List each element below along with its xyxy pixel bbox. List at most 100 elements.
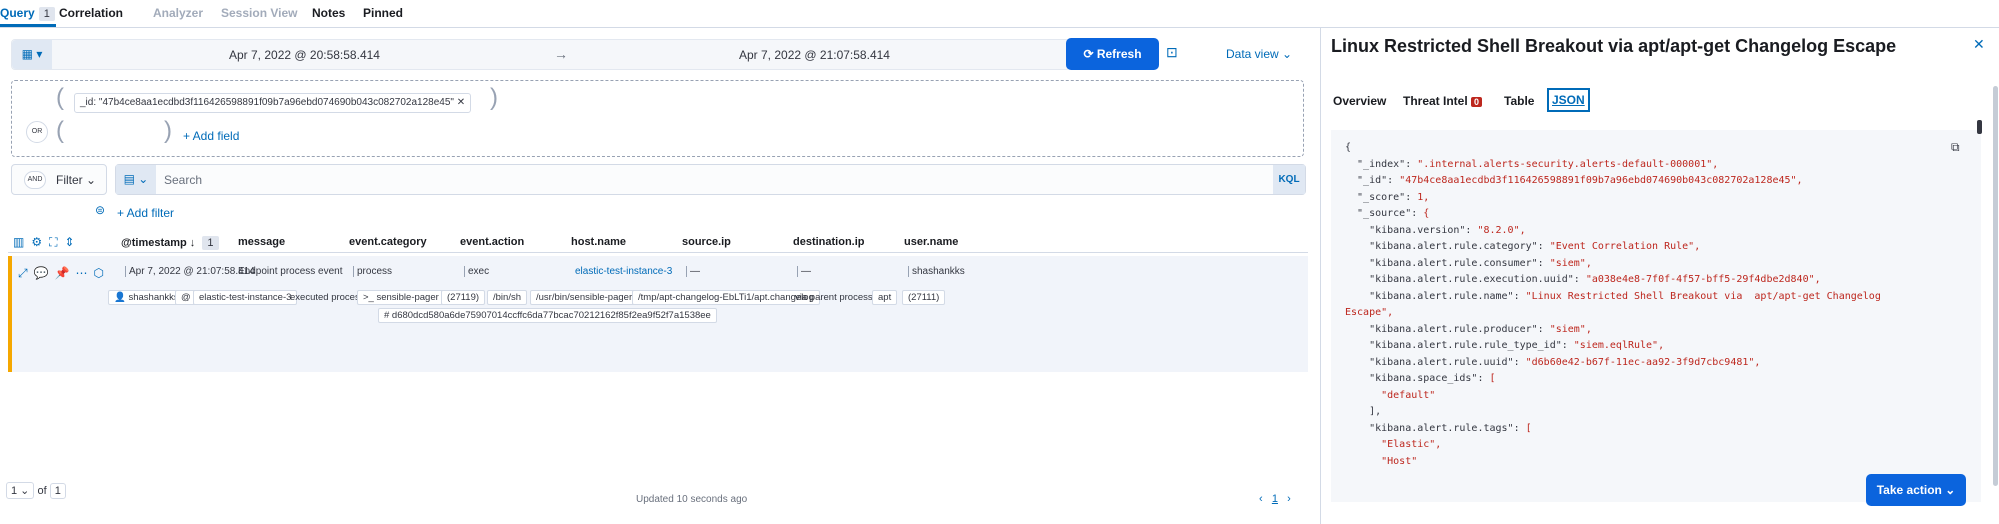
renderer-via-parent-text: via parent process [795,292,873,303]
cell-message: Endpoint process event [238,266,343,277]
prev-page-icon[interactable]: ‹ [1259,493,1263,505]
renderer-pid-chip[interactable]: (27119) [441,290,486,305]
cell-event-category: process [353,266,392,277]
refresh-icon: ⟳ [1083,47,1097,61]
end-date[interactable]: Apr 7, 2022 @ 21:07:58.414 [739,48,890,62]
cell-user-name: shashankks [908,266,965,277]
row-action-icons[interactable]: ⤢💬📌⋯⬡ [18,266,110,281]
calendar-icon[interactable]: ▦ ▾ [12,40,52,69]
add-filter-link[interactable]: + Add filter [117,206,174,220]
cell-host-name[interactable]: elastic-test-instance-3 [575,266,672,277]
json-line: "kibana.alert.rule.uuid": "d6b60e42-b67f… [1345,356,1761,368]
page-scrollbar[interactable] [1993,86,1998,486]
cell-event-action: exec [464,266,489,277]
next-page-icon[interactable]: › [1287,493,1291,505]
copy-icon[interactable]: ⧉ [1951,140,1960,155]
and-badge: AND [24,171,46,189]
arrow-right-icon: → [554,46,568,62]
events-table-header: ▥⚙⛶⇕ @timestamp ↓ 1 message event.catego… [8,231,1308,253]
take-action-button[interactable]: Take action ⌄ [1866,474,1966,506]
json-line: "kibana.alert.rule.producer": "siem", [1345,323,1592,335]
saved-query-icon[interactable]: ▤ ⌄ [116,165,156,194]
tab-session-view[interactable]: Session View [221,6,297,20]
json-line: "kibana.alert.rule.name": "Linux Restric… [1345,290,1881,302]
updated-status: Updated 10 seconds ago [636,494,748,505]
filter-row: AND Filter ⌄ ▤ ⌄ Search KQL [11,164,1306,195]
timeline-tabs: Query 1 Correlation Analyzer Session View… [0,0,1999,28]
tab-pinned[interactable]: Pinned [363,6,403,20]
renderer-changelog-chip[interactable]: /tmp/apt-changelog-EbLTi1/apt.changelog [632,290,820,305]
refresh-button[interactable]: ⟳ Refresh [1066,38,1159,70]
open-paren: ( [56,117,64,144]
kql-toggle[interactable]: KQL [1273,165,1305,194]
json-viewer: { "_index": ".internal.alerts-security.a… [1331,130,1981,502]
renderer-user-chip[interactable]: 👤 shashankks [108,290,185,305]
cell-source-ip: — [686,266,700,277]
json-scrollbar[interactable] [1977,120,1982,134]
column-source-ip[interactable]: source.ip [682,236,731,248]
filter-options-icon[interactable]: ⊜ [95,203,105,217]
table-row: ⤢💬📌⋯⬡ Apr 7, 2022 @ 21:07:58.414 Endpoin… [8,256,1308,372]
json-line: { [1345,142,1352,153]
add-field-link[interactable]: + Add field [183,129,239,143]
json-line: "kibana.alert.rule.category": "Event Cor… [1345,241,1701,252]
json-line: "kibana.alert.rule.consumer": "siem", [1345,257,1592,269]
rows-per-page: 1 ⌄ of 1 [6,482,66,499]
json-line: "_score": 1, [1345,191,1430,203]
date-picker: ▦ ▾ Apr 7, 2022 @ 20:58:58.414 → Apr 7, … [11,39,1070,70]
tab-threat-intel[interactable]: Threat Intel 0 [1403,94,1483,108]
renderer-host-chip[interactable]: elastic-test-instance-3 [193,290,298,305]
renderer-ppid-chip[interactable]: (27111) [902,290,946,305]
renderer-args-chip[interactable]: /bin/sh [487,290,527,305]
tab-analyzer[interactable]: Analyzer [153,6,203,20]
renderer-process-chip[interactable]: >_ sensible-pager [357,290,445,305]
or-badge: OR [26,121,48,143]
json-line: ], [1345,406,1382,417]
alert-details-flyout: Linux Restricted Shell Breakout via apt/… [1320,28,1999,524]
filter-type-select[interactable]: AND Filter ⌄ [11,164,107,195]
column-event-action[interactable]: event.action [460,236,524,248]
pagination: ‹ 1 › [1259,493,1291,505]
column-message[interactable]: message [238,236,285,248]
query-count-badge: 1 [38,7,55,21]
threat-intel-count: 0 [1471,97,1483,107]
total-pages: 1 [49,483,66,499]
json-line: "kibana.alert.rule.tags": [ [1345,422,1532,434]
json-line: "_id": "47b4ce8aa1ecdbd3f116426598891f09… [1345,175,1803,186]
column-destination-ip[interactable]: destination.ip [793,236,865,248]
cell-destination-ip: — [797,266,811,277]
json-line: "Host" [1345,455,1418,467]
renderer-exe-chip[interactable]: /usr/bin/sensible-pager [530,290,639,305]
renderer-executed-text: executed process [290,292,365,303]
search-input[interactable]: Search [164,173,202,187]
tab-correlation[interactable]: Correlation [59,6,123,20]
page-link[interactable]: 1 [1272,493,1278,505]
json-line: "default" [1345,389,1436,401]
json-line: "kibana.alert.rule.rule_type_id": "siem.… [1345,340,1665,351]
column-user-name[interactable]: user.name [904,236,958,248]
tab-notes[interactable]: Notes [312,6,345,20]
tab-query[interactable]: Query 1 [0,6,55,21]
tab-table[interactable]: Table [1504,94,1534,108]
timeline-query-pane: ▦ ▾ Apr 7, 2022 @ 20:58:58.414 → Apr 7, … [0,28,1320,524]
start-date[interactable]: Apr 7, 2022 @ 20:58:58.414 [229,48,380,62]
column-event-category[interactable]: event.category [349,236,427,248]
lock-icon[interactable]: ⊡ [1166,44,1178,61]
table-header-icons[interactable]: ▥⚙⛶⇕ [13,235,82,250]
flyout-title: Linux Restricted Shell Breakout via apt/… [1331,36,1897,56]
data-view-button[interactable]: Data view ⌄ [1226,47,1292,61]
page-select[interactable]: 1 ⌄ [6,482,35,499]
column-timestamp[interactable]: @timestamp ↓ 1 [121,236,219,250]
json-line: "Elastic", [1345,439,1442,450]
close-icon[interactable]: ✕ [1973,36,1985,53]
id-query-pill[interactable]: _id: "47b4ce8aa1ecdbd3f116426598891f09b7… [74,93,472,113]
json-line: Escape", [1345,307,1394,318]
tab-json[interactable]: JSON [1547,88,1590,112]
kql-search-bar: ▤ ⌄ Search KQL [115,164,1306,195]
open-paren: ( [56,84,64,111]
tab-overview[interactable]: Overview [1333,94,1386,108]
renderer-hash-chip[interactable]: # d680dcd580a6de75907014ccffc6da77bcac70… [378,308,717,323]
active-tab-indicator [0,24,56,27]
renderer-parent-chip[interactable]: apt [872,290,898,305]
column-host-name[interactable]: host.name [571,236,626,248]
